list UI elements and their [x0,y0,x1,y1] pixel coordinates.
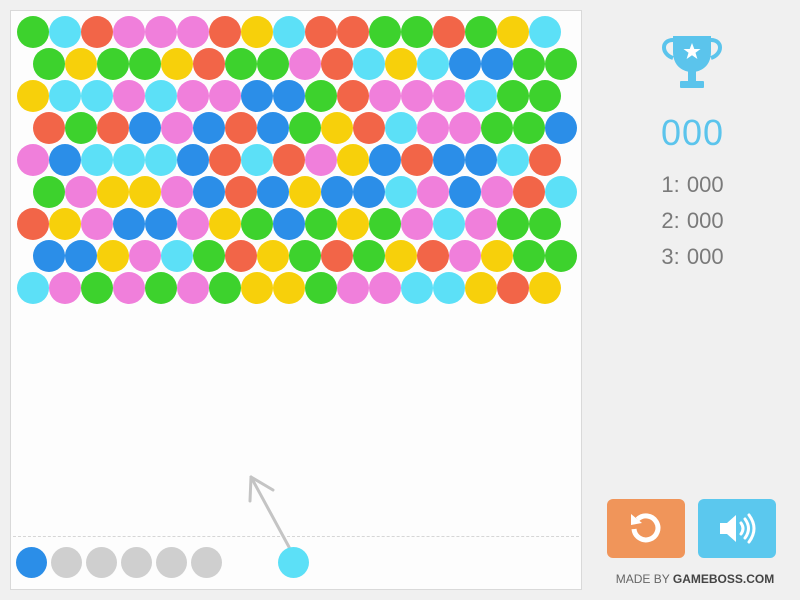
queued-bubble-empty [156,547,187,578]
credit-text: MADE BY GAMEBOSS.COM [596,572,794,586]
restart-icon [631,513,661,543]
queued-bubble-empty [191,547,222,578]
queued-bubble-empty [86,547,117,578]
queued-bubble-empty [121,547,152,578]
current-score: 000 [660,112,725,153]
high-score-rank: 1 [661,172,674,197]
credit-prefix: MADE BY [615,572,670,586]
aim-arrow-icon [248,475,291,549]
trophy-icon [662,36,722,88]
high-score-value: 000 [686,172,724,197]
high-score-2: 2: 000 [661,208,724,233]
sound-toggle-button[interactable] [698,499,776,558]
high-score-3: 3: 000 [661,244,724,269]
aim-layer [248,475,291,549]
high-score-1: 1: 000 [661,172,724,197]
queued-bubble-empty [51,547,82,578]
high-score-rank: 2 [661,208,674,233]
shooter-bubble[interactable] [278,547,309,578]
high-score-rank: 3 [661,244,674,269]
speaker-icon [720,513,756,544]
credit-brand[interactable]: GAMEBOSS.COM [673,572,774,586]
high-score-value: 000 [686,208,724,233]
queued-bubble-blue [16,547,47,578]
restart-button[interactable] [607,499,685,558]
game-board[interactable] [10,10,582,590]
high-score-value: 000 [686,244,724,269]
